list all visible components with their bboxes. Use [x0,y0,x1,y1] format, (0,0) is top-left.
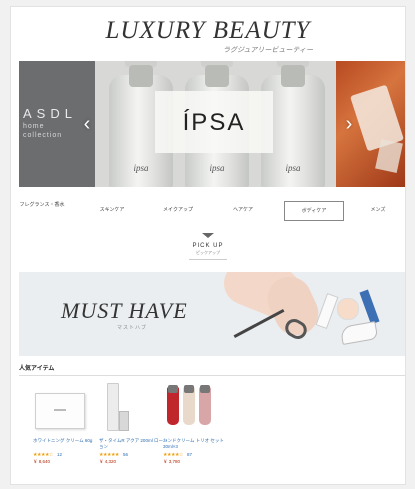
pickup-label: PICK UP [192,243,224,249]
slide-sub-text: collection [23,132,63,139]
divider [189,259,227,260]
slide-brand-text: ASDL [23,106,77,121]
review-count-link[interactable]: 12 [57,452,62,457]
banner-subtitle: マストハブ [117,325,148,331]
site-header: LUXURY BEAUTY ラグジュアリービューティー [11,17,405,59]
hero-carousel[interactable]: ASDL home collection ipsa ipsa ipsa ÍPSA [19,61,405,187]
product-image[interactable] [99,383,157,435]
rating-stars: ★★★★☆ [33,452,53,458]
brand-logo: ÍPSA [182,109,246,136]
product-price: ￥ 8,640 [33,459,51,464]
brand-logo-box: ÍPSA [155,91,273,153]
bottle-label: ipsa [209,163,225,173]
review-count-link[interactable]: 87 [187,452,192,457]
popular-items-heading: 人気アイテム [19,363,405,376]
bottle-label: ipsa [133,163,149,173]
category-haircare[interactable]: ヘアケア [223,201,263,221]
rating-stars: ★★★★☆ [163,452,183,458]
slide-sub-text: home [23,123,45,130]
product-image[interactable] [33,383,91,435]
pickup-section-header: PICK UP ピックアップ [189,233,227,265]
triangle-down-icon [202,233,214,238]
category-nav: フレグランス・香水 スキンケア メイクアップ ヘアケア ボディケア メンズ [11,199,405,223]
bottle-label: ipsa [285,163,301,173]
carousel-slide-current[interactable]: ipsa ipsa ipsa ÍPSA [95,61,336,187]
category-skincare[interactable]: スキンケア [93,201,131,221]
review-count-link[interactable]: 56 [123,452,128,457]
banner-title: MUST HAVE [61,298,188,323]
product-price: ￥ 3,780 [163,459,181,464]
category-makeup[interactable]: メイクアップ [153,201,203,221]
banner-image-tube [315,292,339,330]
page-title: LUXURY BEAUTY [105,17,311,44]
banner-image-tube [359,289,380,325]
product-image[interactable] [163,383,221,435]
product-title-link[interactable]: ホワイトニング クリーム 60g [33,438,103,444]
must-have-banner[interactable]: MUST HAVE マストハブ [19,272,405,356]
category-fragrance[interactable]: フレグランス・香水 [19,201,65,221]
banner-image-shoe [339,321,379,345]
carousel-next-arrow-icon[interactable]: › [341,113,357,135]
page: LUXURY BEAUTY ラグジュアリービューティー ASDL home co… [10,6,406,485]
product-price: ￥ 4,320 [99,459,117,464]
carousel-prev-arrow-icon[interactable]: ‹ [79,113,95,135]
category-mens[interactable]: メンズ [361,201,395,221]
banner-image-compact [337,298,359,320]
pickup-sub-label: ピックアップ [196,250,220,255]
product-card[interactable]: ザ・タイムR アクア 200ml ローション ★★★★★ 56 ￥ 4,320 [99,383,167,473]
rating-stars: ★★★★★ [99,452,119,458]
category-bodycare[interactable]: ボディケア [284,201,344,221]
product-title-link[interactable]: ハンドクリーム トリオ セット 30ml×3 [163,438,233,450]
product-title-link[interactable]: ザ・タイムR アクア 200ml ローション [99,438,169,450]
page-subtitle: ラグジュアリービューティー [223,46,313,54]
product-card[interactable]: ホワイトニング クリーム 60g ★★★★☆ 12 ￥ 8,640 [33,383,92,473]
product-card[interactable]: ハンドクリーム トリオ セット 30ml×3 ★★★★☆ 87 ￥ 3,780 [163,383,224,473]
